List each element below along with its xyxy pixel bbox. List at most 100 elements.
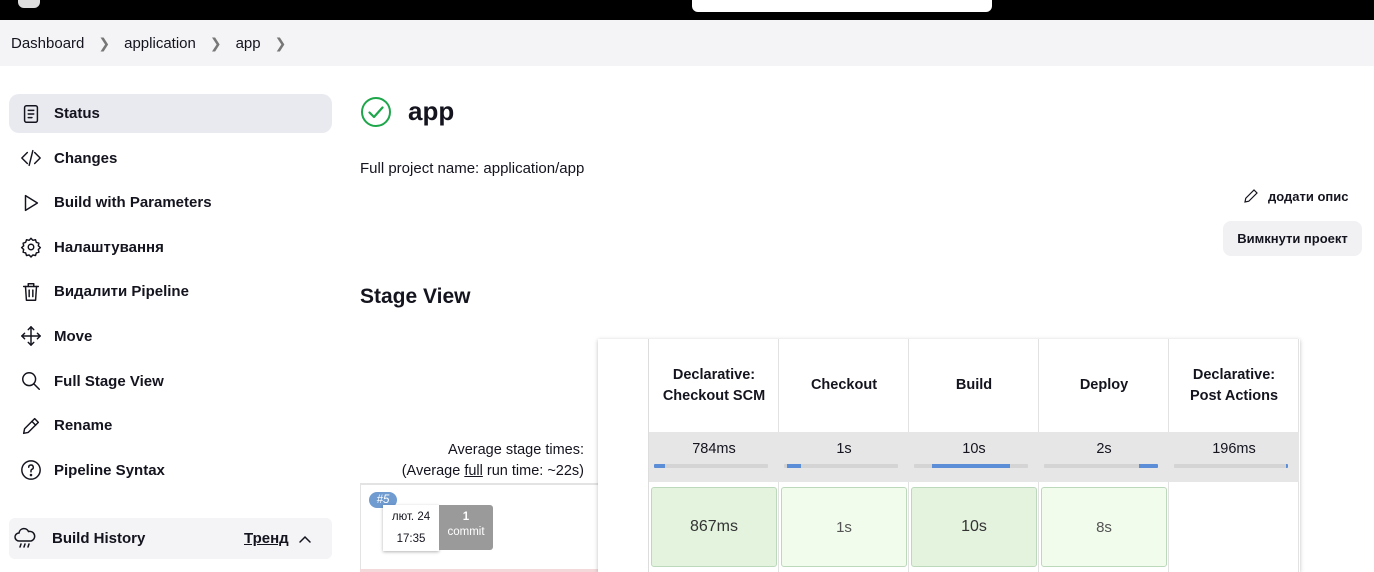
stage-average-time: 784ms bbox=[692, 441, 736, 457]
stage-average-time: 10s bbox=[962, 441, 986, 457]
sidebar-item-delete-pipeline[interactable]: Видалити Pipeline bbox=[9, 272, 332, 311]
stage-header: Declarative: Checkout SCM bbox=[662, 366, 766, 404]
full-run-link[interactable]: full bbox=[464, 463, 483, 479]
stage-average: 1s bbox=[779, 432, 909, 482]
breadcrumb-dashboard[interactable]: Dashboard bbox=[11, 35, 84, 52]
stage-header: Deploy bbox=[1079, 377, 1129, 393]
stage-view-table: Declarative: Checkout SCM 784ms 867ms Check… bbox=[598, 339, 1300, 572]
stage-table-spacer-column bbox=[598, 339, 649, 572]
stage-result-cell[interactable]: 1s bbox=[781, 487, 907, 567]
sidebar-item-status[interactable]: Status bbox=[9, 94, 332, 133]
stage-column: Declarative: Post Actions 196ms bbox=[1169, 339, 1299, 572]
stage-average-time: 1s bbox=[836, 441, 852, 457]
breadcrumb: Dashboard ❯ application ❯ app ❯ bbox=[0, 20, 1374, 66]
stage-duration-bar bbox=[784, 464, 898, 468]
stage-average: 196ms bbox=[1169, 432, 1299, 482]
stage-header: Build bbox=[955, 377, 993, 393]
top-navigation-bar bbox=[0, 0, 1374, 20]
build-history-header: Build History Тренд bbox=[9, 518, 332, 559]
breadcrumb-app[interactable]: app bbox=[236, 35, 261, 52]
average-stage-times-line: Average stage times: bbox=[448, 442, 584, 458]
stage-duration-bar-fill bbox=[932, 464, 1010, 468]
move-icon bbox=[20, 325, 42, 347]
stage-average: 784ms bbox=[649, 432, 779, 482]
gear-icon bbox=[20, 236, 42, 259]
sidebar-item-label: Pipeline Syntax bbox=[54, 461, 165, 479]
sidebar-item-build-with-parameters[interactable]: Build with Parameters bbox=[9, 183, 332, 222]
trash-icon bbox=[20, 281, 42, 303]
stage-column: Checkout 1s 1s bbox=[779, 339, 909, 572]
stage-duration-bar bbox=[1174, 464, 1288, 468]
success-check-icon bbox=[360, 96, 392, 128]
stage-duration-bar bbox=[914, 464, 1028, 468]
stage-result-cell[interactable]: 10s bbox=[911, 487, 1037, 567]
pencil-icon bbox=[20, 415, 42, 437]
stage-header: Declarative: Post Actions bbox=[1189, 366, 1279, 404]
sidebar-item-label: Build with Parameters bbox=[54, 194, 212, 212]
pencil-icon bbox=[1244, 189, 1258, 203]
sidebar-item-pipeline-syntax[interactable]: Pipeline Syntax bbox=[9, 451, 332, 490]
weather-rain-icon bbox=[13, 527, 37, 551]
sidebar-item-label: Status bbox=[54, 105, 100, 122]
play-icon bbox=[20, 192, 42, 214]
stage-result-cell[interactable]: 867ms bbox=[651, 487, 777, 567]
status-doc-icon bbox=[20, 103, 42, 125]
avg-post-text: run time: ~22s) bbox=[482, 463, 584, 479]
commit-count-badge[interactable]: 1 commit bbox=[439, 505, 493, 550]
commit-count: 1 bbox=[462, 511, 470, 523]
build-date-day: лют. 24 bbox=[391, 511, 431, 523]
sidebar-item-rename[interactable]: Rename bbox=[9, 406, 332, 445]
sidebar-item-settings[interactable]: Налаштування bbox=[9, 228, 332, 267]
disable-project-button[interactable]: Вимкнути проект bbox=[1223, 221, 1362, 256]
search-icon bbox=[20, 370, 42, 392]
build-date: лют. 24 17:35 bbox=[383, 505, 439, 551]
avg-pre-text: (Average bbox=[401, 463, 465, 479]
chevron-right-icon[interactable]: ❯ bbox=[275, 35, 287, 52]
stage-duration-bar-fill bbox=[1138, 464, 1158, 468]
sidebar-item-label: Rename bbox=[54, 417, 113, 435]
stage-duration-bar bbox=[654, 464, 768, 468]
chevron-right-icon: ❯ bbox=[98, 34, 111, 51]
sidebar-item-label: Full Stage View bbox=[54, 372, 164, 390]
jenkins-logo[interactable] bbox=[18, 0, 40, 8]
sidebar-item-full-stage-view[interactable]: Full Stage View bbox=[9, 362, 332, 401]
chevron-up-icon[interactable] bbox=[298, 532, 312, 546]
sidebar-item-move[interactable]: Move bbox=[9, 317, 332, 356]
stage-duration-bar bbox=[1044, 464, 1158, 468]
average-full-run-time-line: (Average full run time: ~22s) bbox=[360, 461, 584, 482]
build-date-time: 17:35 bbox=[396, 533, 426, 545]
commit-label: commit bbox=[447, 526, 485, 538]
add-description-link[interactable]: додати опис bbox=[1242, 187, 1349, 205]
stage-average-time: 196ms bbox=[1212, 441, 1256, 457]
sidebar-item-changes[interactable]: Changes bbox=[9, 139, 332, 178]
stage-column: Declarative: Checkout SCM 784ms 867ms bbox=[649, 339, 779, 572]
stage-result-cell bbox=[1171, 487, 1297, 567]
add-description-label: додати опис bbox=[1268, 188, 1349, 204]
average-stage-times-label: Average stage times: (Average full run t… bbox=[360, 440, 584, 482]
sidebar-item-label: Move bbox=[54, 327, 93, 345]
code-icon bbox=[20, 147, 42, 169]
help-icon bbox=[20, 459, 42, 481]
search-box[interactable] bbox=[692, 0, 992, 12]
stage-average: 2s bbox=[1039, 432, 1169, 482]
trend-link[interactable]: Тренд bbox=[244, 530, 289, 547]
stage-column: Build 10s 10s bbox=[909, 339, 1039, 572]
sidebar-item-label: Changes bbox=[54, 149, 118, 167]
stage-duration-bar-fill bbox=[654, 464, 666, 468]
breadcrumb-application[interactable]: application bbox=[124, 35, 196, 52]
stage-duration-bar-fill bbox=[1285, 464, 1288, 468]
sidebar: Status Changes Build with Parameters Нал… bbox=[9, 94, 332, 495]
stage-view-title: Stage View bbox=[360, 285, 471, 308]
build-row-5[interactable]: #5 лют. 24 17:35 1 commit bbox=[360, 485, 598, 572]
stage-header: Checkout bbox=[810, 377, 878, 393]
stage-duration-bar-fill bbox=[787, 464, 802, 468]
stage-result-cell[interactable]: 8s bbox=[1041, 487, 1167, 567]
stage-column: Deploy 2s 8s bbox=[1039, 339, 1169, 572]
sidebar-item-label: Налаштування bbox=[54, 238, 164, 256]
sidebar-item-label: Видалити Pipeline bbox=[54, 283, 189, 301]
page-title: app bbox=[408, 96, 455, 126]
build-history-title: Build History bbox=[52, 530, 146, 547]
stage-average-time: 2s bbox=[1096, 441, 1112, 457]
full-project-name: Full project name: application/app bbox=[360, 160, 585, 177]
chevron-right-icon: ❯ bbox=[209, 34, 222, 51]
